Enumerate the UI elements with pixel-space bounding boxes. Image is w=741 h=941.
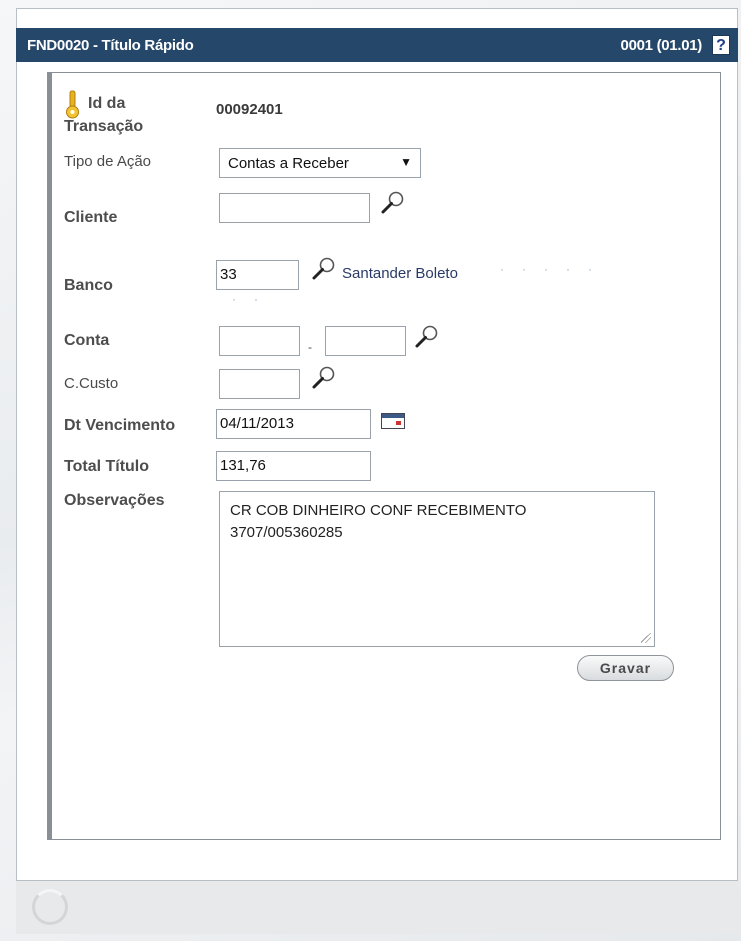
help-icon[interactable]: ? bbox=[712, 35, 730, 55]
total-label: Total Título bbox=[64, 458, 150, 475]
banco-name: Santander Boleto bbox=[342, 265, 458, 282]
search-icon[interactable] bbox=[380, 190, 406, 216]
id-label-line2: Transação bbox=[64, 118, 144, 135]
chevron-down-icon: ▼ bbox=[400, 155, 412, 169]
vencimento-input[interactable]: 04/11/2013 bbox=[216, 409, 371, 439]
dots-decoration: ····· bbox=[500, 262, 610, 276]
form-panel bbox=[47, 72, 721, 840]
ccusto-label: C.Custo bbox=[64, 375, 119, 392]
search-icon[interactable] bbox=[311, 365, 337, 391]
tipo-acao-select[interactable]: Contas a Receber ▼ bbox=[219, 148, 421, 178]
save-button[interactable]: Gravar bbox=[577, 655, 674, 681]
loading-spinner-icon bbox=[32, 889, 68, 925]
ccusto-input[interactable] bbox=[219, 369, 300, 399]
conta-digit-input[interactable] bbox=[325, 326, 406, 356]
key-icon bbox=[66, 90, 79, 119]
conta-input[interactable] bbox=[219, 326, 300, 356]
observacoes-label: Observações bbox=[64, 492, 165, 509]
conta-label: Conta bbox=[64, 332, 110, 349]
conta-separator: - bbox=[308, 340, 312, 354]
title-bar: FND0020 - Título Rápido 0001 (01.01) ? bbox=[16, 28, 738, 62]
tipo-acao-selected: Contas a Receber bbox=[228, 155, 349, 172]
window-title: FND0020 - Título Rápido bbox=[27, 37, 194, 54]
vencimento-label: Dt Vencimento bbox=[64, 417, 176, 434]
cliente-label: Cliente bbox=[64, 209, 118, 226]
status-bar bbox=[16, 880, 738, 934]
resize-handle-icon[interactable] bbox=[641, 633, 651, 643]
cliente-input[interactable] bbox=[219, 193, 370, 223]
dots-decoration: ·· bbox=[232, 292, 276, 306]
calendar-icon[interactable] bbox=[381, 413, 405, 429]
search-icon[interactable] bbox=[311, 256, 337, 282]
search-icon[interactable] bbox=[414, 324, 440, 350]
banco-label: Banco bbox=[64, 277, 113, 294]
total-input[interactable]: 131,76 bbox=[216, 451, 371, 481]
observacoes-textarea[interactable]: CR COB DINHEIRO CONF RECEBIMENTO 3707/00… bbox=[219, 491, 655, 647]
banco-input[interactable]: 33 bbox=[216, 260, 299, 290]
transaction-id-value: 00092401 bbox=[216, 101, 283, 118]
tipo-acao-label: Tipo de Ação bbox=[64, 153, 152, 170]
id-label-line1: Id da bbox=[88, 95, 126, 112]
version-label: 0001 (01.01) bbox=[620, 37, 703, 54]
